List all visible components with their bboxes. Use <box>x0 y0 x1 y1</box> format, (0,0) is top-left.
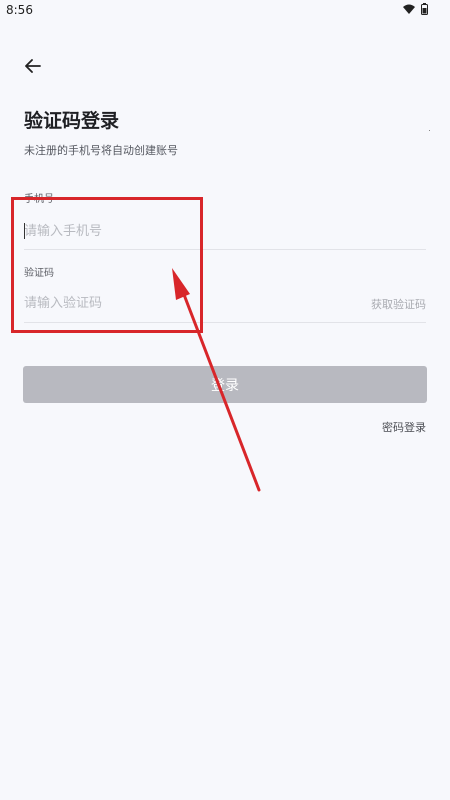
text-cursor <box>24 223 25 239</box>
wifi-icon <box>403 4 415 14</box>
code-label: 验证码 <box>24 268 54 279</box>
status-icons <box>403 3 428 15</box>
status-time: 8:56 <box>6 3 33 17</box>
phone-underline <box>24 249 426 250</box>
page-subtitle: 未注册的手机号将自动创建账号 <box>24 144 178 157</box>
battery-icon <box>421 3 428 15</box>
status-bar: 8:56 <box>0 0 450 22</box>
phone-input[interactable] <box>24 216 426 246</box>
login-button[interactable]: 登录 <box>23 366 427 403</box>
code-underline <box>24 322 426 323</box>
arrow-left-icon <box>25 58 41 77</box>
code-input[interactable] <box>24 288 324 318</box>
back-button[interactable] <box>20 55 46 79</box>
password-login-link[interactable]: 密码登录 <box>382 419 426 435</box>
page-title: 验证码登录 <box>24 110 120 132</box>
decorative-dot <box>429 130 430 131</box>
phone-label: 手机号 <box>24 194 54 205</box>
get-code-button[interactable]: 获取验证码 <box>371 296 426 312</box>
